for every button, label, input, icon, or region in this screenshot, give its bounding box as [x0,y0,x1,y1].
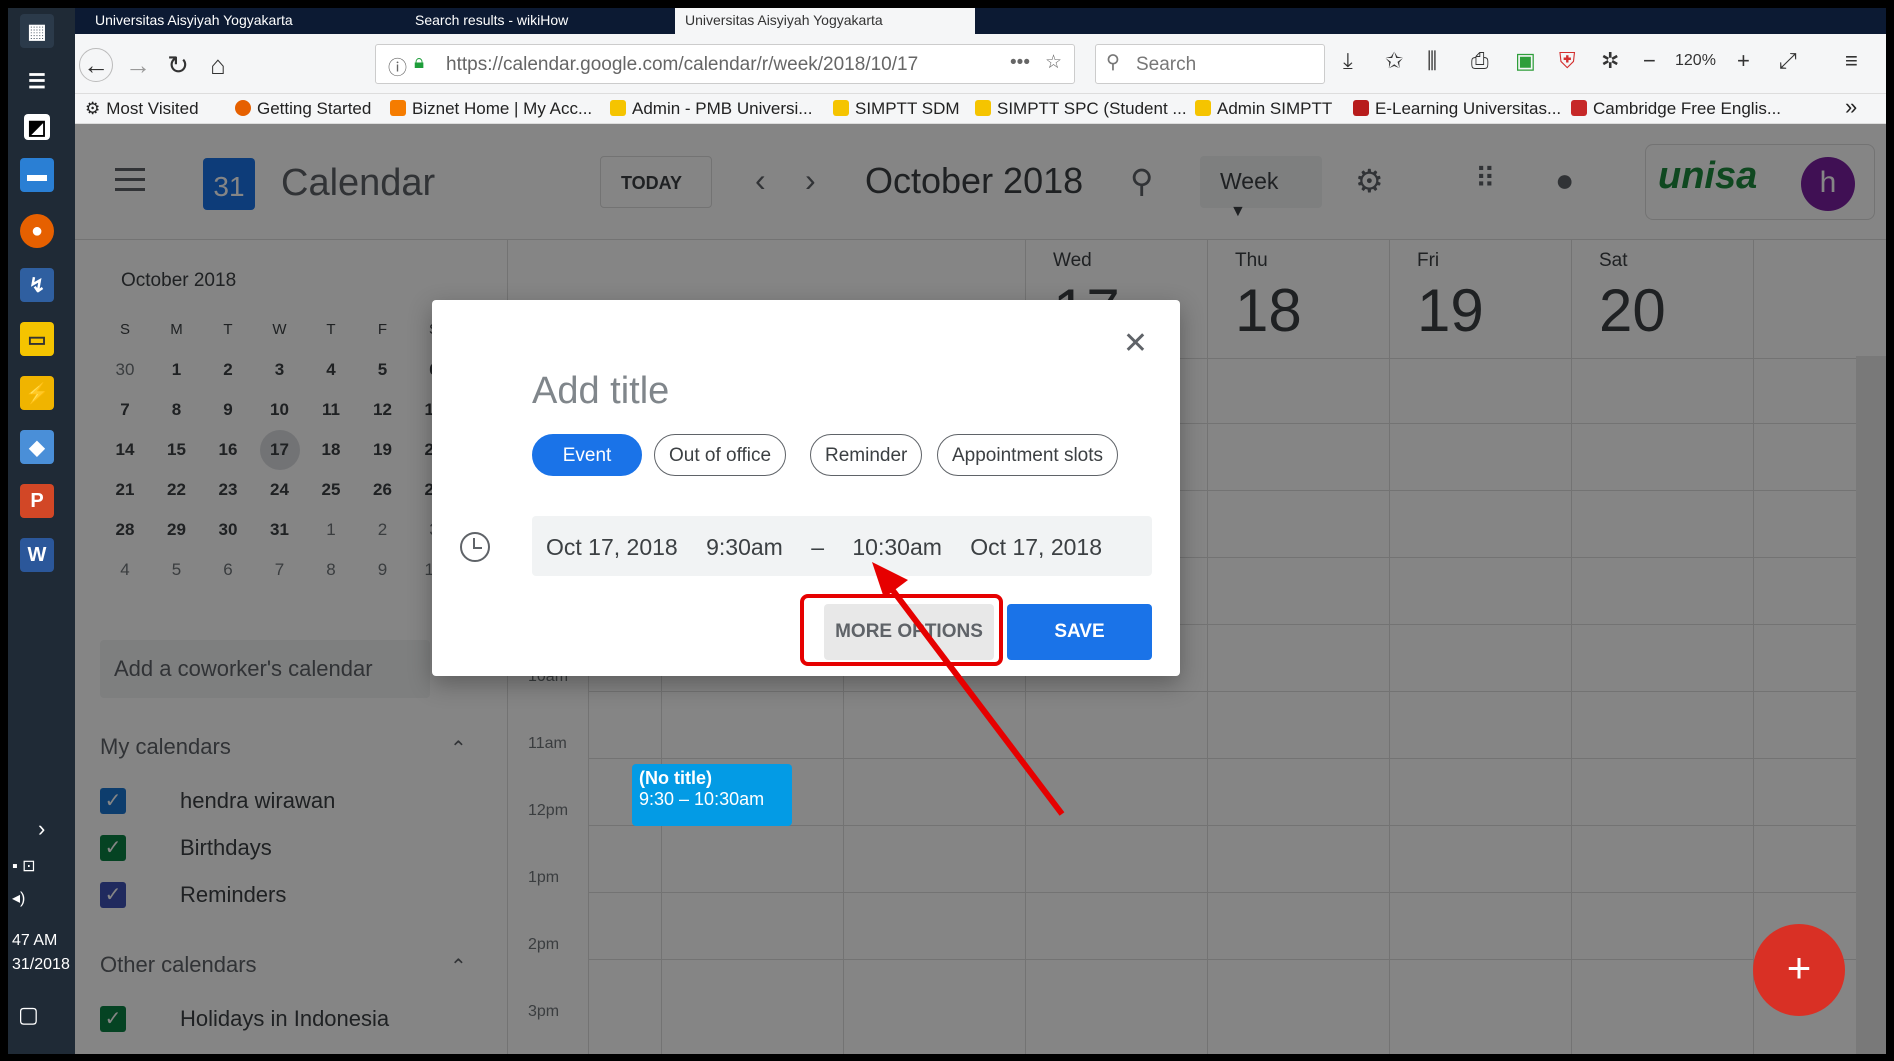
annotation-arrow [872,562,1065,816]
arrow-shaft [885,582,1065,816]
arrow-head [872,562,908,598]
screen-frame: ▦ ☰ ◩ ▬ ● ↯ ▭ ⚡ ◆ P W › ▪ ⊡ ◂) 47 AM 31/… [8,8,1886,1054]
